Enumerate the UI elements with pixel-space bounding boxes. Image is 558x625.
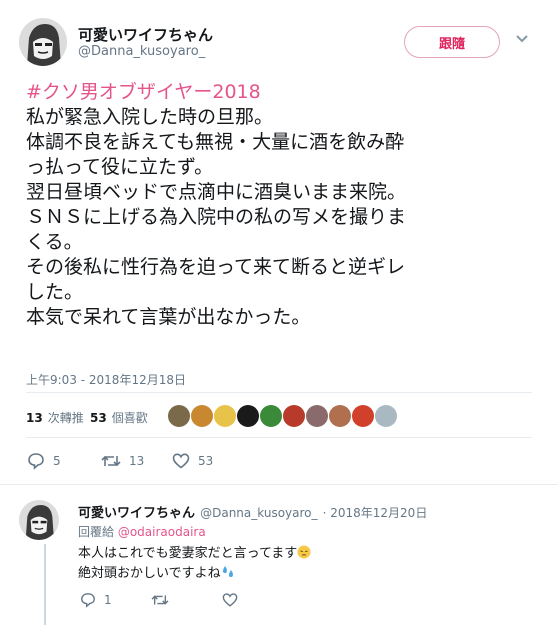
reply-button[interactable]: 5 xyxy=(27,452,61,470)
reply-header: 可愛いワイフちゃん @Danna_kusoyaro_ · 2018年12月20日 xyxy=(78,502,427,521)
tweet-line: 体調不良を訴えても無視・大量に酒を飲み酔 xyxy=(26,131,405,153)
heart-icon xyxy=(222,593,238,607)
liker-avatar[interactable] xyxy=(191,405,213,427)
liker-avatar[interactable] xyxy=(283,405,305,427)
replying-to-link[interactable]: @odairaodaira xyxy=(118,525,206,539)
pensive-face-icon xyxy=(297,545,311,559)
reply-line: 本人はこれでも愛妻家だと言ってます xyxy=(78,546,298,561)
liker-avatar[interactable] xyxy=(214,405,236,427)
like-count: 53 xyxy=(198,454,214,468)
retweet-icon xyxy=(101,455,121,467)
reply-author-avatar[interactable] xyxy=(19,500,59,540)
divider xyxy=(26,392,532,393)
tweet-timestamp[interactable]: 上午9:03 - 2018年12月18日 xyxy=(26,371,186,388)
liker-avatar[interactable] xyxy=(306,405,328,427)
reply-retweet-button[interactable] xyxy=(151,592,177,608)
retweet-button[interactable]: 13 xyxy=(101,452,144,470)
follow-button[interactable]: 跟隨 xyxy=(404,26,500,58)
chevron-down-icon[interactable] xyxy=(515,31,529,49)
reply-date[interactable]: · 2018年12月20日 xyxy=(323,506,428,520)
divider xyxy=(26,437,532,438)
hashtag-link[interactable]: #クソ男オブザイヤー2018 xyxy=(26,80,546,105)
tweet-line: っ払って役に立たず。 xyxy=(26,156,214,178)
reply-author-handle[interactable]: @Danna_kusoyaro_ xyxy=(200,506,317,520)
author-name[interactable]: 可愛いワイフちゃん xyxy=(78,24,213,45)
section-divider xyxy=(0,484,558,485)
tweet-line: 私が緊急入院した時の旦那。 xyxy=(26,106,274,128)
reply-reply-button[interactable]: 1 xyxy=(80,592,112,608)
author-handle[interactable]: @Danna_kusoyaro_ xyxy=(78,44,205,59)
like-stat[interactable]: 53 個喜歡 xyxy=(90,407,148,426)
tweet-line: 本気で呆れて言葉が出なかった。 xyxy=(26,306,311,328)
tweet-line: ＳＮＳに上げる為入院中の私の写メを撮りま xyxy=(26,206,407,228)
retweet-stat[interactable]: 13 次轉推 xyxy=(26,407,84,426)
liker-avatar[interactable] xyxy=(237,405,259,427)
reply-like-button[interactable] xyxy=(222,592,246,608)
tweet-text: #クソ男オブザイヤー2018 私が緊急入院した時の旦那。 体調不良を訴えても無視… xyxy=(26,80,546,330)
reply-text: 本人はこれでも愛妻家だと言ってます 絶対頭おかしいですよね xyxy=(78,544,311,584)
liker-avatar[interactable] xyxy=(168,405,190,427)
replying-to: 回覆給 @odairaodaira xyxy=(78,525,206,539)
reply-icon xyxy=(81,593,95,608)
author-avatar[interactable] xyxy=(19,18,67,66)
reply-icon xyxy=(28,453,44,470)
tweet-line: した。 xyxy=(26,281,84,303)
reply-line: 絶対頭おかしいですよね xyxy=(78,566,221,581)
reply-count: 5 xyxy=(53,454,61,468)
like-button[interactable]: 53 xyxy=(172,452,213,470)
tweet-line: 翌日昼頃ベッドで点滴中に酒臭いまま来院。 xyxy=(26,181,407,203)
reply-reply-count: 1 xyxy=(104,593,112,607)
tweet-line: その後私に性行為を迫って来て断ると逆ギレ xyxy=(26,256,406,278)
liker-avatar[interactable] xyxy=(375,405,397,427)
sweat-droplets-icon xyxy=(221,565,235,579)
retweet-icon xyxy=(151,595,169,605)
liker-avatar[interactable] xyxy=(260,405,282,427)
liker-avatar[interactable] xyxy=(329,405,351,427)
thread-line xyxy=(44,544,46,625)
liker-avatars xyxy=(168,405,400,427)
retweet-count: 13 xyxy=(129,454,145,468)
tweet-line: くる。 xyxy=(26,231,83,253)
liker-avatar[interactable] xyxy=(352,405,374,427)
reply-author-name[interactable]: 可愛いワイフちゃん xyxy=(78,506,195,521)
heart-icon xyxy=(172,453,190,469)
